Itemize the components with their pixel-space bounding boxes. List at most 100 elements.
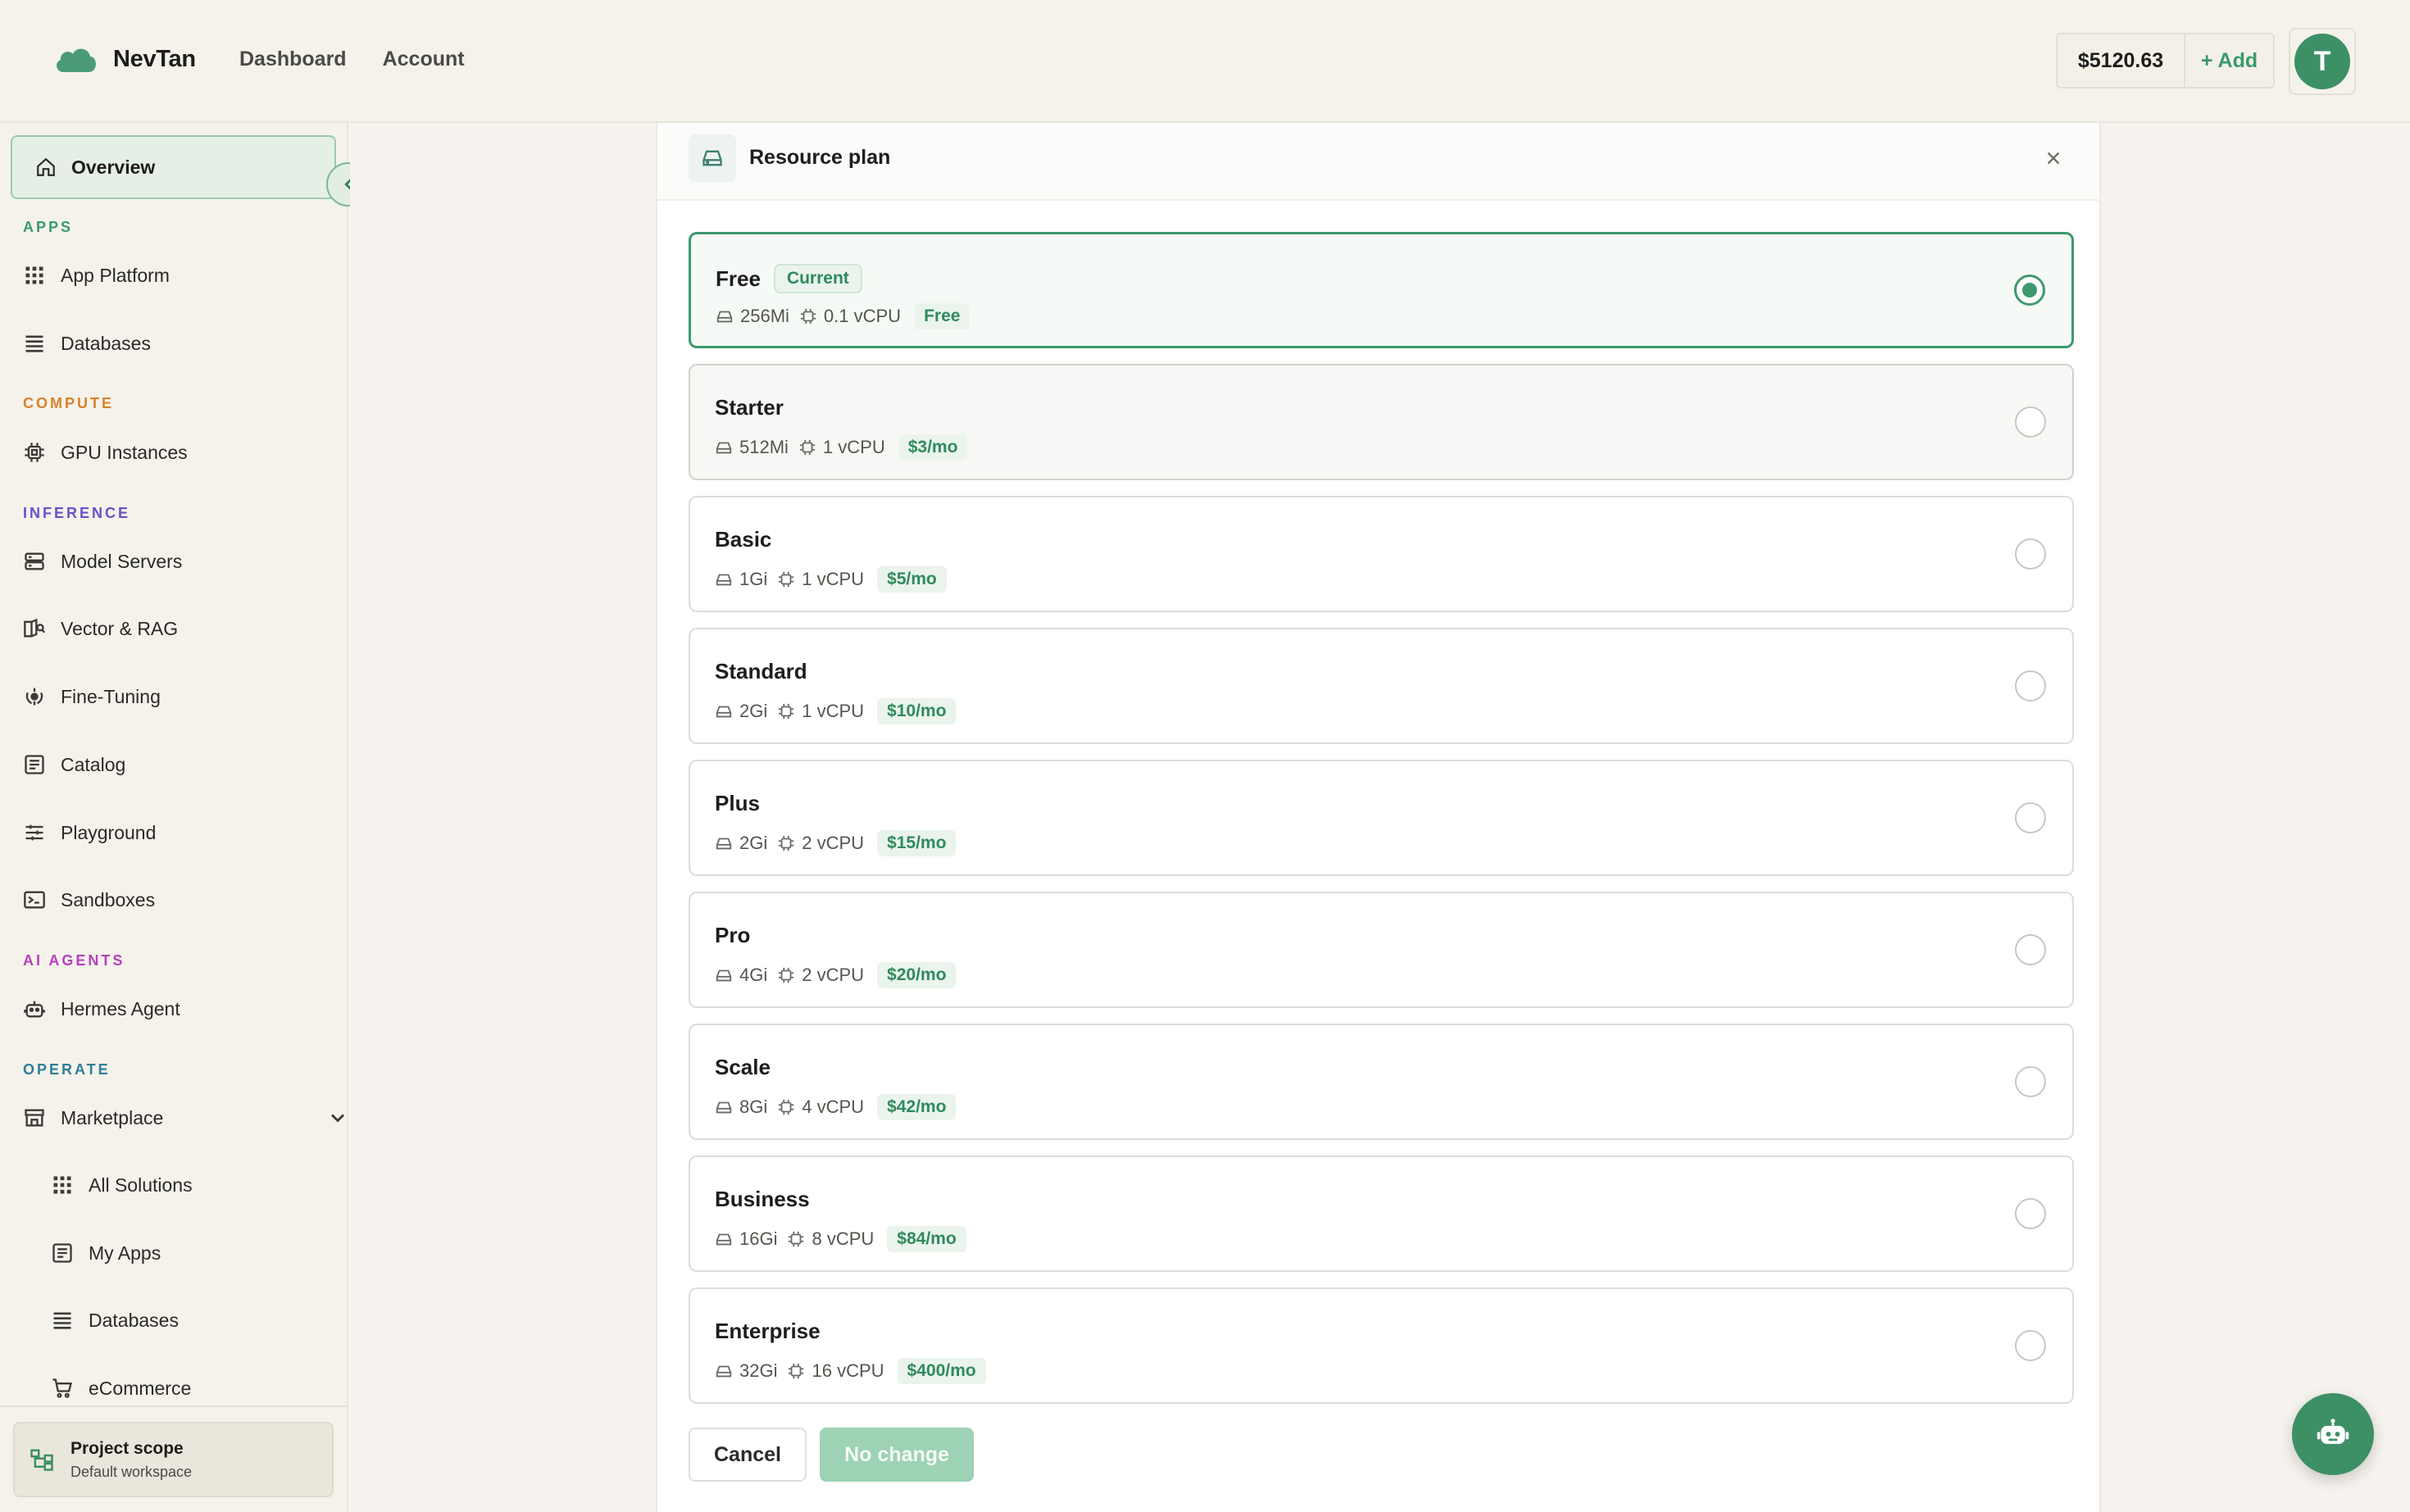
sidebar-item-my-apps[interactable]: My Apps bbox=[51, 1233, 161, 1274]
hierarchy-icon bbox=[30, 1447, 54, 1472]
memory-spec: 512Mi bbox=[715, 437, 789, 458]
close-button[interactable] bbox=[2041, 146, 2066, 170]
sidebar-item-gpu-instances[interactable]: GPU Instances bbox=[23, 432, 188, 473]
sidebar-item-app-platform[interactable]: App Platform bbox=[23, 255, 170, 296]
sidebar-item-catalog[interactable]: Catalog bbox=[23, 744, 125, 785]
cancel-button[interactable]: Cancel bbox=[689, 1428, 807, 1482]
price-badge: $400/mo bbox=[897, 1358, 986, 1384]
plan-name: Basic bbox=[715, 527, 771, 552]
project-scope-selector[interactable]: Project scope Default workspace bbox=[13, 1422, 334, 1497]
plan-option-basic[interactable]: Basic 1Gi 1 vCPU $5/mo bbox=[689, 496, 2074, 612]
cpu-value: 16 vCPU bbox=[812, 1360, 884, 1381]
plan-name-text: Basic bbox=[715, 527, 772, 552]
memory-value: 2Gi bbox=[739, 833, 768, 853]
plan-specs: 8Gi 4 vCPU $42/mo bbox=[715, 1094, 957, 1120]
chip-icon bbox=[799, 307, 817, 325]
plan-radio[interactable] bbox=[2015, 538, 2046, 570]
sidebar-item-fine-tuning[interactable]: Fine-Tuning bbox=[23, 676, 161, 717]
plan-radio[interactable] bbox=[2015, 1066, 2046, 1097]
nav-account[interactable]: Account bbox=[383, 48, 465, 71]
panel-header: Resource plan bbox=[657, 123, 2099, 201]
nav-dashboard[interactable]: Dashboard bbox=[239, 48, 347, 71]
plan-option-pro[interactable]: Pro 4Gi 2 vCPU $20/mo bbox=[689, 892, 2074, 1008]
price-badge: $15/mo bbox=[877, 830, 957, 856]
sidebar-item-label: Vector & RAG bbox=[61, 617, 179, 639]
chip-icon bbox=[787, 1362, 805, 1380]
brand[interactable]: NevTan bbox=[52, 43, 196, 75]
plan-specs: 2Gi 1 vCPU $10/mo bbox=[715, 698, 957, 724]
cloud-logo-icon bbox=[52, 43, 98, 75]
plan-radio[interactable] bbox=[2015, 934, 2046, 965]
sidebar-item-overview[interactable]: Overview bbox=[11, 135, 336, 199]
cpu-spec: 4 vCPU bbox=[777, 1097, 864, 1118]
plan-specs: 2Gi 2 vCPU $15/mo bbox=[715, 830, 957, 856]
cpu-value: 1 vCPU bbox=[802, 569, 865, 589]
plan-radio[interactable] bbox=[2015, 1198, 2046, 1229]
section-label-apps: APPS bbox=[23, 219, 74, 235]
plan-name-text: Free bbox=[716, 266, 761, 291]
storage-icon bbox=[689, 134, 736, 182]
database-icon bbox=[23, 332, 46, 355]
plan-radio[interactable] bbox=[2015, 670, 2046, 702]
plan-name: Scale bbox=[715, 1055, 771, 1080]
plan-name-text: Pro bbox=[715, 923, 751, 947]
plan-option-free[interactable]: Free Current 256Mi 0.1 vCPU Free bbox=[689, 232, 2074, 348]
plan-option-starter[interactable]: Starter 512Mi 1 vCPU $3/mo bbox=[689, 364, 2074, 480]
plan-option-plus[interactable]: Plus 2Gi 2 vCPU $15/mo bbox=[689, 760, 2074, 876]
storage-icon bbox=[715, 966, 733, 984]
sidebar-item-all-solutions[interactable]: All Solutions bbox=[51, 1165, 193, 1206]
storage-icon bbox=[715, 438, 733, 456]
plan-option-enterprise[interactable]: Enterprise 32Gi 16 vCPU $400/mo bbox=[689, 1287, 2074, 1404]
plan-option-business[interactable]: Business 16Gi 8 vCPU $84/mo bbox=[689, 1156, 2074, 1272]
plan-name: Pro bbox=[715, 923, 750, 948]
memory-spec: 256Mi bbox=[716, 306, 789, 327]
sidebar-item-label: Databases bbox=[61, 332, 151, 354]
sidebar-item-label: All Solutions bbox=[89, 1174, 193, 1196]
top-bar: NevTan Dashboard Account $5120.63 + Add … bbox=[0, 0, 2410, 123]
confirm-plan-button[interactable]: No change bbox=[820, 1428, 974, 1482]
plan-radio[interactable] bbox=[2015, 802, 2046, 833]
sidebar-item-databases[interactable]: Databases bbox=[23, 323, 151, 364]
plan-specs: 256Mi 0.1 vCPU Free bbox=[716, 303, 971, 329]
plan-radio[interactable] bbox=[2015, 1330, 2046, 1361]
sidebar-item-marketplace-databases[interactable]: Databases bbox=[51, 1300, 179, 1341]
plan-name: Plus bbox=[715, 791, 760, 816]
avatar-button[interactable]: T bbox=[2289, 28, 2356, 95]
balance-value: $5120.63 bbox=[2058, 34, 2185, 87]
plan-radio[interactable] bbox=[2015, 406, 2046, 438]
plan-name-text: Scale bbox=[715, 1055, 771, 1079]
sidebar: Overview APPS App Platform Databases COM… bbox=[0, 123, 348, 1512]
plan-radio[interactable] bbox=[2014, 275, 2045, 306]
project-scope-title: Project scope bbox=[70, 1438, 184, 1458]
book-search-icon bbox=[23, 617, 46, 640]
plan-name: Starter bbox=[715, 395, 784, 420]
robot-icon bbox=[23, 997, 46, 1020]
storage-icon bbox=[715, 834, 733, 852]
robot-icon bbox=[2315, 1416, 2351, 1452]
chevron-down-icon[interactable] bbox=[326, 1106, 349, 1129]
price-badge: $20/mo bbox=[877, 962, 957, 988]
sidebar-item-vector-rag[interactable]: Vector & RAG bbox=[23, 608, 178, 649]
plan-option-standard[interactable]: Standard 2Gi 1 vCPU $10/mo bbox=[689, 628, 2074, 744]
sidebar-item-hermes-agent[interactable]: Hermes Agent bbox=[23, 988, 180, 1029]
sidebar-item-label: Sandboxes bbox=[61, 888, 156, 910]
tuning-icon bbox=[23, 685, 46, 708]
sidebar-item-sandboxes[interactable]: Sandboxes bbox=[23, 879, 155, 920]
chip-icon bbox=[787, 1230, 805, 1248]
add-funds-button[interactable]: + Add bbox=[2185, 34, 2273, 87]
memory-value: 32Gi bbox=[739, 1360, 778, 1381]
plan-specs: 4Gi 2 vCPU $20/mo bbox=[715, 962, 957, 988]
sidebar-item-label: Databases bbox=[89, 1309, 179, 1331]
price-badge: $84/mo bbox=[887, 1226, 966, 1252]
sidebar-item-model-servers[interactable]: Model Servers bbox=[23, 541, 182, 582]
assistant-button[interactable] bbox=[2292, 1393, 2374, 1475]
chip-icon bbox=[777, 966, 795, 984]
cpu-spec: 1 vCPU bbox=[777, 569, 864, 590]
sidebar-item-playground[interactable]: Playground bbox=[23, 812, 156, 853]
plan-option-scale[interactable]: Scale 8Gi 4 vCPU $42/mo bbox=[689, 1024, 2074, 1140]
cpu-spec: 16 vCPU bbox=[787, 1360, 884, 1382]
cpu-value: 8 vCPU bbox=[812, 1228, 875, 1249]
sidebar-item-ecommerce[interactable]: eCommerce bbox=[51, 1368, 191, 1409]
sidebar-item-marketplace[interactable]: Marketplace bbox=[23, 1097, 345, 1138]
cpu-spec: 8 vCPU bbox=[787, 1228, 874, 1250]
